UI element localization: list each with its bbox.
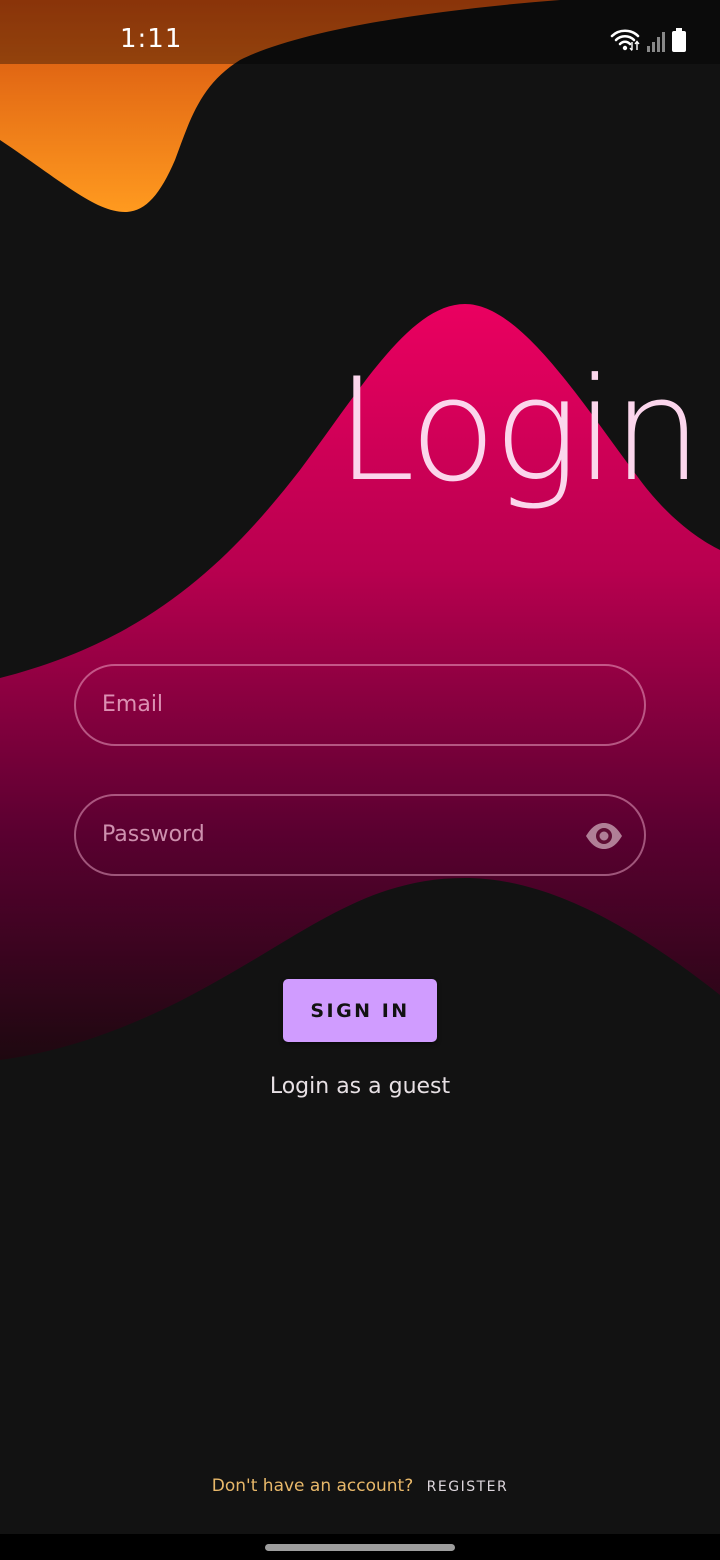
signal-icon xyxy=(647,32,665,52)
sign-in-button[interactable]: SIGN IN xyxy=(283,979,437,1042)
email-field[interactable]: Email xyxy=(74,664,646,746)
battery-icon xyxy=(672,28,686,52)
register-link[interactable]: REGISTER xyxy=(427,1479,509,1495)
background-waves xyxy=(0,0,720,1060)
email-placeholder: Email xyxy=(102,692,164,717)
guest-login-link[interactable]: Login as a guest xyxy=(0,1074,720,1099)
register-question: Don't have an account? xyxy=(211,1476,414,1496)
eye-icon[interactable] xyxy=(584,820,624,852)
status-bar: 1:11 xyxy=(0,0,720,64)
home-handle[interactable] xyxy=(265,1544,455,1551)
sign-in-label: SIGN IN xyxy=(310,999,410,1022)
page-title: Login xyxy=(336,348,702,513)
status-icons xyxy=(610,26,686,52)
wifi-icon xyxy=(610,29,640,51)
register-row: Don't have an account? REGISTER xyxy=(0,1476,720,1496)
password-field[interactable]: Password xyxy=(74,794,646,876)
password-placeholder: Password xyxy=(102,822,205,847)
navigation-bar xyxy=(0,1534,720,1560)
status-time: 1:11 xyxy=(120,24,183,54)
